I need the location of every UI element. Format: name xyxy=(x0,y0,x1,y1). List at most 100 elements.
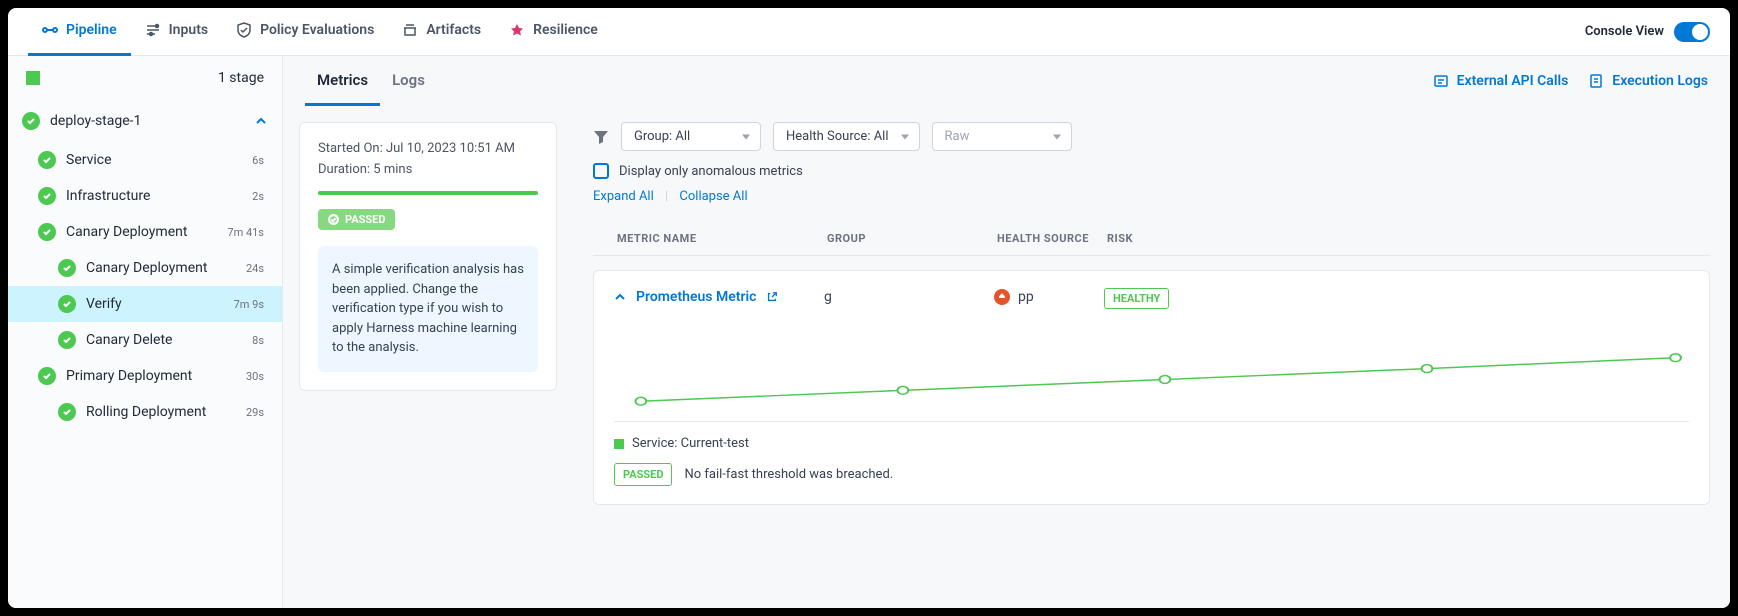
passed-text: PASSED xyxy=(345,213,385,226)
duration: Duration: 5 mins xyxy=(318,162,538,177)
external-api-calls-link[interactable]: External API Calls xyxy=(1433,73,1569,89)
policy-icon xyxy=(236,22,252,38)
logs-icon xyxy=(1588,73,1604,89)
tree-item-duration: 2s xyxy=(252,190,264,203)
metric-health-cell: pp xyxy=(994,289,1104,305)
chart-legend: Service: Current-test xyxy=(614,436,1689,451)
tree-item-duration: 24s xyxy=(246,262,264,275)
artifacts-icon xyxy=(402,22,418,38)
tree-item-duration: 8s xyxy=(252,334,264,347)
check-icon xyxy=(22,112,40,130)
passed-outline-badge: PASSED xyxy=(614,463,672,486)
anomalous-checkbox[interactable] xyxy=(593,163,609,179)
col-metric-name: METRIC NAME xyxy=(617,232,827,245)
stage-count: 1 stage xyxy=(218,70,264,86)
tree-item-canary-deployment-sub[interactable]: Canary Deployment 24s xyxy=(8,250,282,286)
tree-item-label: Canary Deployment xyxy=(66,224,217,240)
execution-logs-label: Execution Logs xyxy=(1612,73,1708,89)
tree-item-canary-delete[interactable]: Canary Delete 8s xyxy=(8,322,282,358)
stage-status-icon xyxy=(26,71,40,85)
stage-header[interactable]: deploy-stage-1 xyxy=(8,100,282,142)
tree-item-label: Canary Delete xyxy=(86,332,242,348)
threshold-text: No fail-fast threshold was breached. xyxy=(684,467,893,482)
tree-item-duration: 7m 9s xyxy=(234,298,264,311)
info-card: Started On: Jul 10, 2023 10:51 AM Durati… xyxy=(299,122,557,391)
tree-item-duration: 30s xyxy=(246,370,264,383)
secondary-tab-bar: Metrics Logs External API Calls Executio… xyxy=(283,56,1730,106)
tab-resilience[interactable]: Resilience xyxy=(495,8,612,56)
top-tab-bar: Pipeline Inputs Policy Evaluations Artif… xyxy=(8,8,1730,56)
collapse-all-link[interactable]: Collapse All xyxy=(679,189,747,204)
tree-item-verify[interactable]: Verify 7m 9s xyxy=(8,286,282,322)
chevron-up-icon xyxy=(254,114,268,128)
tree-item-label: Verify xyxy=(86,296,224,312)
metric-risk-cell: HEALTHY xyxy=(1104,287,1169,306)
execution-logs-link[interactable]: Execution Logs xyxy=(1588,73,1708,89)
tab-pipeline-label: Pipeline xyxy=(66,22,117,38)
info-panel: Started On: Jul 10, 2023 10:51 AM Durati… xyxy=(283,106,573,608)
content-area: Metrics Logs External API Calls Executio… xyxy=(283,56,1730,608)
tab-metrics[interactable]: Metrics xyxy=(305,57,380,106)
check-icon xyxy=(38,151,56,169)
chevron-up-icon xyxy=(614,291,626,303)
check-icon xyxy=(58,403,76,421)
tree-item-label: Service xyxy=(66,152,242,168)
metric-row: Prometheus Metric g pp HEALTHY xyxy=(594,271,1709,322)
anomalous-checkbox-row: Display only anomalous metrics xyxy=(593,163,1710,179)
chart-area: Service: Current-test PASSED No fail-fas… xyxy=(594,322,1709,504)
tab-pipeline[interactable]: Pipeline xyxy=(28,8,131,56)
prometheus-icon xyxy=(994,289,1010,305)
tab-policy-label: Policy Evaluations xyxy=(260,22,374,38)
tree-item-label: Rolling Deployment xyxy=(86,404,236,420)
external-api-label: External API Calls xyxy=(1457,73,1569,89)
legend-color-icon xyxy=(614,439,624,449)
tree-item-canary-deployment[interactable]: Canary Deployment 7m 41s xyxy=(8,214,282,250)
metric-name-cell[interactable]: Prometheus Metric xyxy=(614,289,824,305)
started-on: Started On: Jul 10, 2023 10:51 AM xyxy=(318,141,538,156)
tree-item-label: Canary Deployment xyxy=(86,260,236,276)
raw-dropdown[interactable]: Raw xyxy=(932,122,1072,151)
risk-badge: HEALTHY xyxy=(1104,288,1169,309)
metric-chart xyxy=(614,332,1689,422)
console-view-toggle[interactable] xyxy=(1674,22,1710,42)
tree-item-label: Infrastructure xyxy=(66,188,242,204)
tab-logs[interactable]: Logs xyxy=(380,57,437,106)
tab-inputs[interactable]: Inputs xyxy=(131,8,222,56)
progress-bar xyxy=(318,191,538,195)
tree-item-infrastructure[interactable]: Infrastructure 2s xyxy=(8,178,282,214)
legend-text: Service: Current-test xyxy=(632,436,749,451)
filter-icon[interactable] xyxy=(593,129,609,145)
console-view-text: Console View xyxy=(1585,24,1664,39)
check-icon xyxy=(58,259,76,277)
passed-badge: PASSED xyxy=(318,209,395,230)
check-icon xyxy=(58,331,76,349)
health-source-dropdown[interactable]: Health Source: All xyxy=(773,122,920,151)
col-health-source: HEALTH SOURCE xyxy=(997,232,1107,245)
metrics-panel: Group: All Health Source: All Raw Displa… xyxy=(573,106,1730,608)
tab-policy[interactable]: Policy Evaluations xyxy=(222,8,388,56)
resilience-icon xyxy=(509,22,525,38)
tab-artifacts[interactable]: Artifacts xyxy=(388,8,495,56)
console-view-toggle-label: Console View xyxy=(1585,22,1710,42)
expand-all-link[interactable]: Expand All xyxy=(593,189,654,204)
tab-inputs-label: Inputs xyxy=(169,22,208,38)
metric-card: Prometheus Metric g pp HEALTHY xyxy=(593,270,1710,505)
threshold-row: PASSED No fail-fast threshold was breach… xyxy=(614,463,1689,486)
group-dropdown[interactable]: Group: All xyxy=(621,122,761,151)
col-risk: RISK xyxy=(1107,232,1207,245)
external-link-icon xyxy=(766,291,778,303)
tree-item-service[interactable]: Service 6s xyxy=(8,142,282,178)
metric-health-text: pp xyxy=(1018,289,1034,305)
api-icon xyxy=(1433,73,1449,89)
stage-name: deploy-stage-1 xyxy=(50,113,244,129)
tree-item-primary-deployment[interactable]: Primary Deployment 30s xyxy=(8,358,282,394)
check-icon xyxy=(38,187,56,205)
tree-item-duration: 7m 41s xyxy=(227,226,264,239)
tree-item-label: Primary Deployment xyxy=(66,368,236,384)
expand-collapse-links: Expand All | Collapse All xyxy=(593,189,1710,204)
inputs-icon xyxy=(145,22,161,38)
tree-item-rolling-deployment[interactable]: Rolling Deployment 29s xyxy=(8,394,282,430)
metrics-table-header: METRIC NAME GROUP HEALTH SOURCE RISK xyxy=(593,222,1710,256)
stage-tree: Service 6s Infrastructure 2s Canary Depl… xyxy=(8,142,282,430)
tab-resilience-label: Resilience xyxy=(533,22,598,38)
